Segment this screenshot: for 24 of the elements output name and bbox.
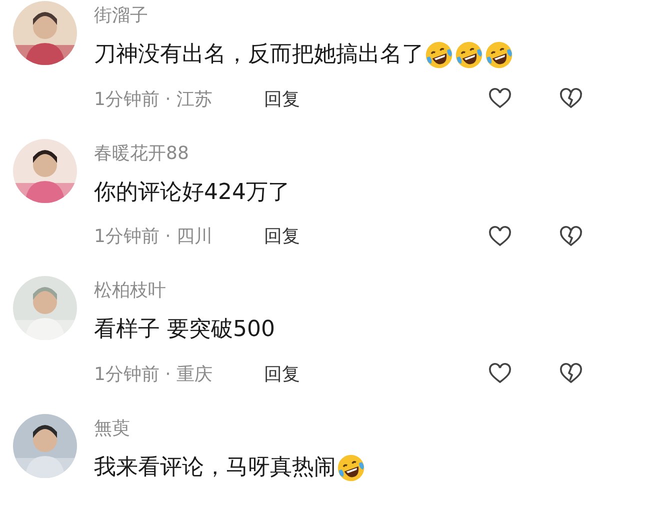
broken-heart-icon[interactable] — [558, 362, 584, 386]
heart-icon[interactable] — [487, 224, 513, 248]
username: 無萸 — [94, 416, 131, 440]
username: 街溜子 — [94, 4, 149, 28]
laughing-emoji-icon — [424, 40, 454, 70]
broken-heart-icon[interactable] — [558, 224, 584, 248]
username: 松柏枝叶 — [94, 279, 167, 303]
comment-time: 1分钟前 · 江苏 — [94, 88, 214, 112]
broken-heart-icon[interactable] — [558, 87, 584, 111]
comment-time: 1分钟前 · 重庆 — [94, 362, 214, 386]
reply-button[interactable]: 回复 — [264, 223, 300, 250]
laughing-emoji-icon — [454, 40, 484, 70]
comment-text: 我来看评论，马呀真热闹 — [94, 454, 336, 482]
reply-button[interactable]: 回复 — [264, 360, 300, 388]
laughing-emoji-icon — [484, 40, 514, 70]
laughing-emoji-icon — [336, 452, 366, 482]
comment-text: 刀神没有出名，反而把她搞出名了 — [94, 41, 424, 69]
username: 春暖花开88 — [94, 142, 190, 166]
heart-icon[interactable] — [487, 87, 513, 111]
reply-button[interactable]: 回复 — [264, 86, 300, 112]
heart-icon[interactable] — [487, 362, 513, 386]
comment-text: 你的评论好424万了 — [94, 178, 290, 206]
comment-text: 看样子 要突破500 — [94, 316, 275, 344]
comment-time: 1分钟前 · 四川 — [94, 225, 214, 249]
